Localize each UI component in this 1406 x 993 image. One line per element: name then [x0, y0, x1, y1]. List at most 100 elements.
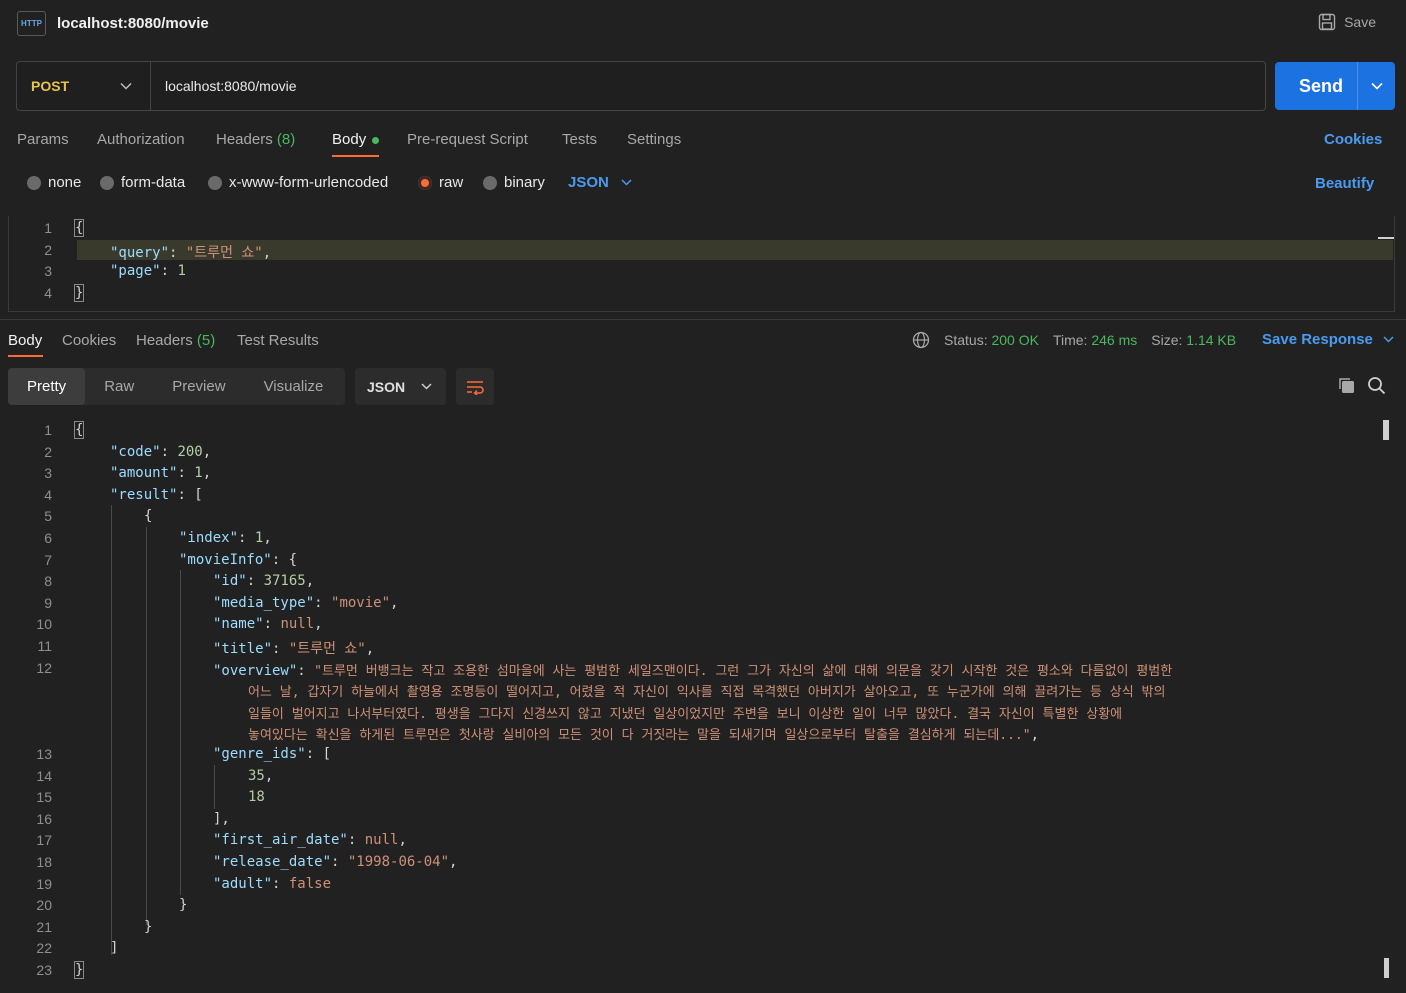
search-icon[interactable]	[1367, 376, 1386, 395]
radio-binary[interactable]: binary	[483, 174, 545, 191]
tab-prerequest-script[interactable]: Pre-request Script	[407, 131, 528, 148]
send-label: Send	[1298, 75, 1343, 96]
chevron-down-icon	[621, 179, 632, 186]
code-brace: }	[73, 961, 85, 979]
indent-guide	[111, 505, 112, 955]
view-visualize[interactable]: Visualize	[245, 368, 343, 405]
scrollbar-thumb[interactable]	[1378, 237, 1394, 239]
chevron-down-icon	[1370, 82, 1383, 90]
tab-settings[interactable]: Settings	[627, 131, 681, 148]
view-raw[interactable]: Raw	[85, 368, 153, 405]
code-brace: {	[73, 219, 85, 237]
line-number: 4	[44, 285, 52, 301]
radio-dot-selected	[418, 175, 432, 190]
tab-authorization[interactable]: Authorization	[97, 131, 185, 148]
radio-label: form-data	[121, 174, 186, 191]
indent-guide	[180, 570, 181, 895]
code-line: "genre_ids": [	[213, 746, 332, 762]
body-modified-dot	[372, 136, 380, 144]
cookies-link[interactable]: Cookies	[1324, 131, 1382, 148]
radio-urlencoded[interactable]: x-www-form-urlencoded	[208, 174, 388, 191]
pane-divider[interactable]	[0, 319, 1406, 320]
language-select[interactable]: JSON	[568, 174, 632, 191]
scrollbar-thumb[interactable]	[1383, 420, 1389, 440]
beautify-button[interactable]: Beautify	[1315, 175, 1374, 192]
send-button[interactable]: Send	[1275, 62, 1395, 110]
code-line: 35,	[248, 768, 274, 784]
code-brace: {	[73, 421, 85, 439]
line-number: 2	[44, 444, 52, 460]
line-number: 18	[36, 854, 52, 870]
view-preview[interactable]: Preview	[153, 368, 244, 405]
wrap-lines-button[interactable]	[456, 368, 494, 405]
code-line: ]	[110, 940, 119, 956]
tab-body-label: Body	[332, 131, 367, 148]
line-number: 21	[36, 919, 52, 935]
radio-dot	[27, 175, 41, 190]
line-number: 13	[36, 746, 52, 762]
time-field: Time: 246 ms	[1052, 332, 1138, 348]
save-response-button[interactable]: Save Response	[1262, 331, 1394, 348]
line-number: 2	[44, 242, 52, 258]
code-line: 놓여있다는 확신을 하게된 트루먼은 첫사랑 실비아의 모든 것이 다 거짓라는…	[248, 727, 1040, 743]
line-number: 12	[36, 660, 52, 676]
resp-tab-headers[interactable]: Headers (5)	[136, 332, 215, 349]
radio-raw[interactable]: raw	[418, 174, 463, 191]
send-options-button[interactable]	[1357, 62, 1395, 110]
line-number: 17	[36, 832, 52, 848]
format-select[interactable]: JSON	[355, 368, 446, 405]
radio-label: x-www-form-urlencoded	[229, 174, 389, 191]
radio-form-data[interactable]: form-data	[100, 174, 185, 191]
tab-tests[interactable]: Tests	[562, 131, 597, 148]
headers-count-badge: (8)	[276, 131, 296, 148]
save-button[interactable]: Save	[1318, 13, 1376, 31]
line-number: 14	[36, 768, 52, 784]
url-bar: POST	[16, 61, 1266, 111]
line-number: 16	[36, 811, 52, 827]
code-line: "result": [	[110, 487, 203, 503]
status-value: 200 OK	[991, 332, 1039, 348]
radio-label: none	[48, 174, 82, 191]
view-pretty[interactable]: Pretty	[8, 368, 86, 405]
radio-dot	[483, 175, 497, 190]
code-line: 어느 날, 갑자기 하늘에서 촬영용 조명등이 떨어지고, 어렸을 적 자신이 …	[248, 685, 1166, 700]
resp-tab-body[interactable]: Body	[8, 332, 42, 349]
chevron-down-icon	[120, 82, 132, 90]
copy-icon[interactable]	[1337, 376, 1356, 395]
code-line: 18	[248, 789, 265, 805]
globe-icon[interactable]	[912, 331, 930, 349]
radio-label: raw	[439, 174, 464, 191]
line-number: 20	[36, 897, 52, 913]
language-label: JSON	[568, 174, 609, 191]
url-input[interactable]	[151, 78, 1151, 94]
method-select[interactable]: POST	[17, 62, 151, 110]
radio-label: binary	[504, 174, 545, 191]
tab-headers-label: Headers	[216, 131, 273, 148]
time-value: 246 ms	[1091, 332, 1138, 348]
active-tab-indicator	[332, 155, 379, 157]
resp-tab-test-results[interactable]: Test Results	[237, 332, 319, 349]
line-number: 23	[36, 962, 52, 978]
tab-params[interactable]: Params	[17, 131, 69, 148]
scrollbar-thumb[interactable]	[1384, 958, 1389, 978]
chevron-down-icon	[421, 383, 432, 390]
line-number: 1	[44, 220, 52, 236]
code-line: "first_air_date": null,	[213, 832, 407, 848]
tab-body[interactable]: Body	[332, 131, 380, 148]
code-line: "id": 37165,	[213, 573, 315, 589]
code-brace: }	[73, 284, 85, 302]
chevron-down-icon	[1383, 336, 1394, 343]
code-line: "index": 1,	[179, 530, 272, 546]
line-number: 10	[36, 616, 52, 632]
active-tab-indicator	[8, 355, 43, 357]
tab-headers[interactable]: Headers (8)	[216, 131, 295, 148]
resp-tab-cookies[interactable]: Cookies	[62, 332, 116, 349]
save-response-label: Save Response	[1262, 331, 1373, 348]
code-line: "adult": false	[213, 876, 332, 892]
request-title[interactable]: localhost:8080/movie	[57, 15, 209, 32]
code-line: ],	[213, 811, 230, 827]
code-line: "amount": 1,	[110, 465, 212, 481]
radio-none[interactable]: none	[27, 174, 81, 191]
request-body-editor[interactable]	[8, 216, 1395, 312]
line-number: 8	[44, 573, 52, 589]
